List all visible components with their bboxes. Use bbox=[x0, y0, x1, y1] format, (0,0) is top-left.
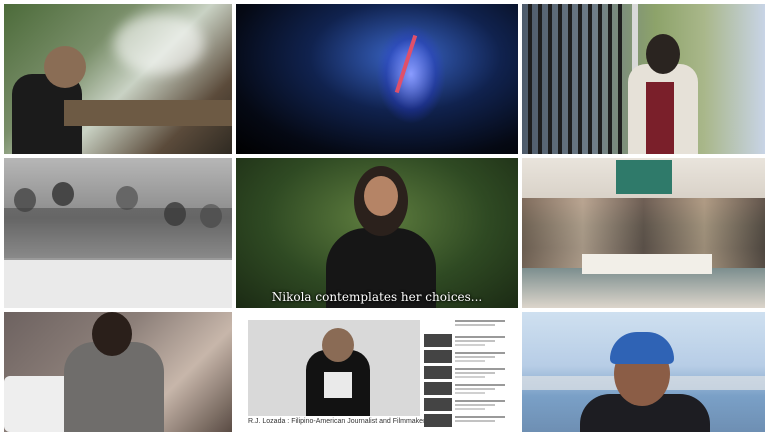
table-cloth bbox=[4, 258, 232, 308]
list-item bbox=[424, 318, 514, 332]
wooden-railing bbox=[64, 100, 232, 126]
woman-face bbox=[364, 176, 398, 216]
woman-red-top bbox=[646, 82, 674, 154]
man-head bbox=[44, 46, 86, 88]
list-item bbox=[424, 398, 514, 412]
person-head bbox=[52, 182, 74, 206]
photo-woman-blue-beanie bbox=[522, 312, 765, 432]
photo-video-page-screenshot: R.J. Lozada : Filipino-American Journali… bbox=[236, 312, 518, 432]
photo-collage: Nikola contemplates her choices... R.J. … bbox=[0, 0, 768, 433]
photo-woman-by-fence bbox=[522, 4, 765, 154]
people-bodies bbox=[4, 208, 232, 260]
woman-hair bbox=[646, 34, 680, 74]
photo-abstract-blue-light bbox=[236, 4, 518, 154]
video-player bbox=[248, 320, 420, 416]
photo-woman-sewing bbox=[4, 312, 232, 432]
tea-table bbox=[582, 254, 712, 274]
pavilion-roof bbox=[616, 160, 672, 194]
photo-woman-looking-up: Nikola contemplates her choices... bbox=[236, 158, 518, 308]
video-title: R.J. Lozada : Filipino-American Journali… bbox=[248, 418, 426, 425]
woman-hair bbox=[92, 312, 132, 356]
list-item bbox=[424, 350, 514, 364]
video-subtitle: Nikola contemplates her choices... bbox=[271, 290, 483, 304]
photo-vintage-dinner-group bbox=[4, 158, 232, 308]
man-head bbox=[322, 328, 354, 362]
photo-painted-tea-party bbox=[522, 158, 765, 308]
shirt-print bbox=[324, 372, 352, 398]
incense-smoke bbox=[114, 14, 204, 74]
list-item bbox=[424, 414, 514, 428]
suggested-videos-list bbox=[424, 318, 514, 430]
list-item bbox=[424, 382, 514, 396]
blue-beanie bbox=[610, 332, 674, 364]
list-item bbox=[424, 366, 514, 380]
list-item bbox=[424, 334, 514, 348]
person-head bbox=[116, 186, 138, 210]
photo-man-with-incense bbox=[4, 4, 232, 154]
